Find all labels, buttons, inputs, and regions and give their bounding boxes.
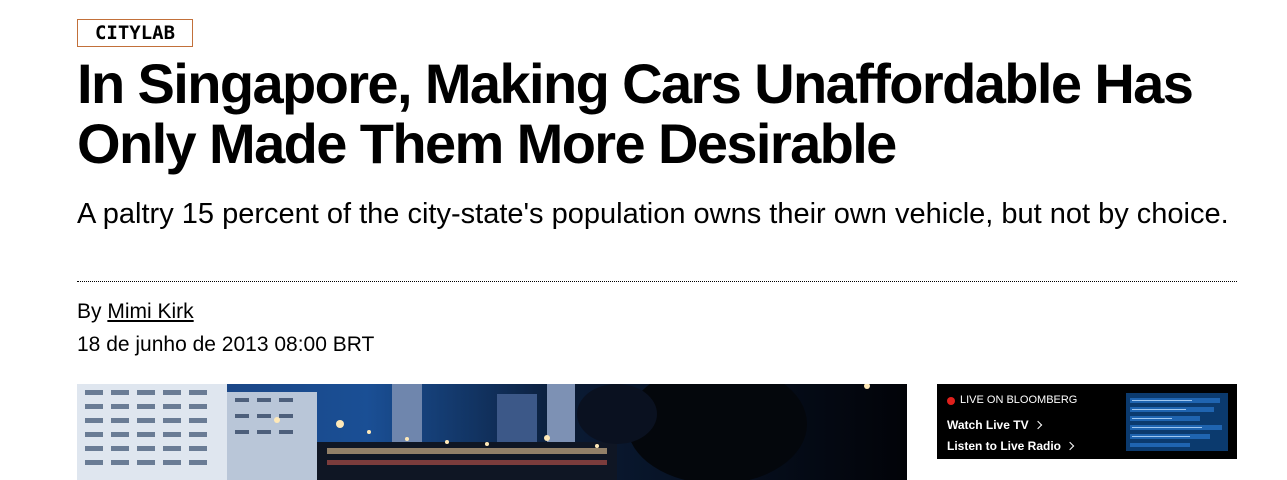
live-label-text: LIVE ON BLOOMBERG (960, 394, 1078, 406)
article-dek: A paltry 15 percent of the city-state's … (77, 198, 1229, 230)
byline: By Mimi Kirk (77, 299, 194, 325)
hero-image (77, 384, 907, 480)
live-on-bloomberg-widget[interactable]: LIVE ON BLOOMBERG Watch Live TV Listen t… (937, 384, 1237, 459)
chevron-right-icon (1033, 420, 1042, 430)
live-tv-thumbnail[interactable] (1126, 393, 1228, 451)
live-dot-icon (947, 396, 955, 405)
article-headline: In Singapore, Making Cars Unaffordable H… (77, 52, 1194, 175)
listen-live-radio-link[interactable]: Listen to Live Radio (947, 439, 1075, 453)
divider (77, 281, 1237, 282)
author-link[interactable]: Mimi Kirk (107, 300, 193, 323)
citylab-logo[interactable]: CITYLAB (77, 19, 193, 47)
live-label: LIVE ON BLOOMBERG (947, 394, 1077, 407)
listen-live-radio-label: Listen to Live Radio (947, 439, 1062, 453)
watch-live-tv-link[interactable]: Watch Live TV (947, 418, 1042, 432)
byline-prefix: By (77, 300, 102, 323)
publish-date: 18 de junho de 2013 08:00 BRT (77, 333, 375, 356)
chevron-right-icon (1065, 441, 1075, 451)
watch-live-tv-label: Watch Live TV (947, 418, 1029, 432)
